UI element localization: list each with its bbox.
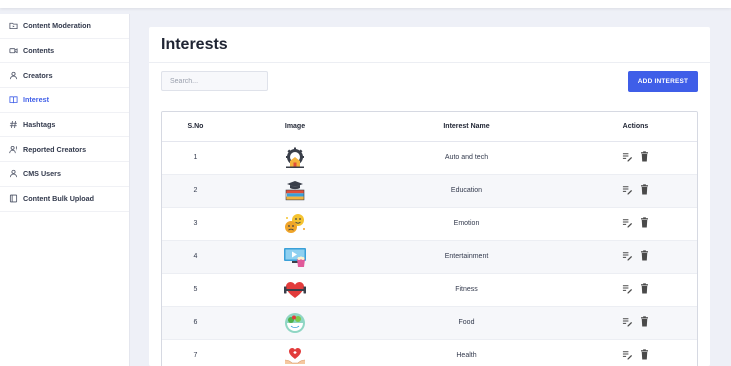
sidebar-item-cms-users[interactable]: CMS Users [0,162,129,187]
edit-icon[interactable] [622,250,633,261]
delete-icon[interactable] [639,316,650,327]
delete-icon[interactable] [639,349,650,360]
row-interest-name: Fitness [361,273,572,307]
heart-dumbbell-icon [283,279,307,301]
row-interest-name: Education [361,174,572,208]
row-interest-name: Emotion [361,207,572,241]
column-header-actions: Actions [572,112,697,142]
books-graduation-icon [283,180,307,202]
delete-icon[interactable] [639,184,650,195]
top-bar [0,0,731,8]
sidebar-item-hashtags[interactable]: Hashtags [0,113,129,138]
hashtag-icon [8,120,18,130]
row-actions [622,283,650,294]
row-sno: 4 [162,240,229,274]
delete-icon[interactable] [639,151,650,162]
table-row: 5 Fitness [162,273,697,307]
sidebar-item-label: Reported Creators [23,144,87,154]
edit-icon[interactable] [622,316,633,327]
sidebar-item-label: Content Moderation [23,21,91,31]
sidebar-item-content-moderation[interactable]: Content Moderation [0,14,129,39]
search-input[interactable] [161,71,268,91]
upload-icon [8,194,18,204]
row-actions [622,217,650,228]
edit-icon[interactable] [622,184,633,195]
edit-icon[interactable] [622,283,633,294]
sidebar-item-creators[interactable]: Creators [0,63,129,89]
page-title: Interests [161,35,228,53]
row-actions [622,316,650,327]
sidebar-item-label: Creators [23,70,53,80]
sidebar-item-label: Interest [23,95,49,105]
row-interest-name: Food [361,306,572,340]
row-sno: 5 [162,273,229,307]
edit-icon[interactable] [622,217,633,228]
heart-hands-icon [283,345,307,366]
sidebar-item-label: Content Bulk Upload [23,194,95,204]
sidebar-item-interest[interactable]: Interest [0,88,129,113]
edit-icon[interactable] [622,349,633,360]
row-actions [622,184,650,195]
sidebar-item-content-bulk-upload[interactable]: Content Bulk Upload [0,187,129,212]
emoji-faces-icon [283,213,307,235]
add-interest-button[interactable]: ADD INTEREST [628,71,698,92]
folder-video-icon [8,21,18,31]
delete-icon[interactable] [639,283,650,294]
row-sno: 7 [162,339,229,366]
user-icon [8,169,18,179]
column-header-image: Image [229,112,361,142]
salad-bowl-icon [283,312,307,334]
sidebar-item-label: Hashtags [23,120,56,130]
row-actions [622,349,650,360]
table-header-row: S.No Image Interest Name Actions [162,112,697,142]
row-interest-name: Auto and tech [361,141,572,175]
row-sno: 6 [162,306,229,340]
delete-icon[interactable] [639,250,650,261]
table-row: 6 Food [162,306,697,340]
table-row: 1 Auto and tech [162,141,697,175]
sidebar-item-reported-creators[interactable]: Reported Creators [0,137,129,163]
table-row: 7 Health [162,339,697,366]
row-sno: 1 [162,141,229,175]
gear-house-icon [283,147,307,169]
sidebar-item-label: Contents [23,46,55,56]
column-header-sno: S.No [162,112,229,142]
interests-card: Interests ADD INTEREST S.No Image Intere… [149,27,710,366]
row-interest-name: Entertainment [361,240,572,274]
video-camera-icon [8,46,18,56]
table-row: 3 Emotion [162,207,697,241]
user-report-icon [8,144,18,154]
sidebar-item-label: CMS Users [23,169,61,179]
row-sno: 3 [162,207,229,241]
card-header: Interests [149,27,710,63]
sidebar: Content Moderation Contents Creators Int… [0,14,130,366]
delete-icon[interactable] [639,217,650,228]
row-sno: 2 [162,174,229,208]
table-row: 2 Education [162,174,697,208]
table-row: 4 Entertainment [162,240,697,274]
interests-table: S.No Image Interest Name Actions 1 Auto … [161,111,698,366]
edit-icon[interactable] [622,151,633,162]
book-icon [8,95,18,105]
column-header-interest-name: Interest Name [361,112,572,142]
user-icon [8,70,18,80]
screen-popcorn-icon [283,246,307,268]
row-actions [622,151,650,162]
row-interest-name: Health [361,339,572,366]
row-actions [622,250,650,261]
sidebar-item-contents[interactable]: Contents [0,39,129,64]
